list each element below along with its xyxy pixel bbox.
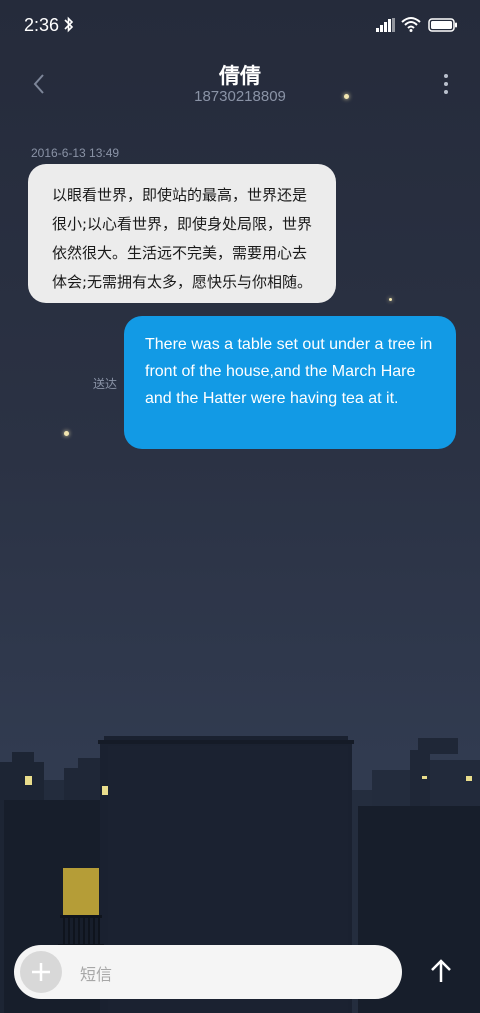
- contact-number: 18730218809: [194, 88, 286, 105]
- send-arrow-icon[interactable]: [425, 955, 457, 987]
- star-decoration: [389, 298, 392, 301]
- message-timestamp: 2016-6-13 13:49: [31, 146, 120, 160]
- more-icon[interactable]: [440, 72, 452, 96]
- status-time: 2:36: [24, 15, 60, 35]
- delivery-status: 送达: [93, 377, 118, 391]
- battery-icon: [428, 18, 457, 32]
- star-decoration: [64, 431, 69, 436]
- star-decoration: [344, 94, 349, 99]
- wifi-icon: [401, 17, 421, 32]
- message-input-bar[interactable]: 短信: [14, 945, 402, 999]
- status-bar: 2:36: [0, 0, 480, 52]
- outgoing-message-bubble[interactable]: There was a table set out under a tree i…: [124, 316, 456, 449]
- contact-name[interactable]: 倩倩: [0, 60, 480, 90]
- signal-icon: [376, 18, 395, 32]
- plus-icon[interactable]: [20, 951, 62, 993]
- bluetooth-icon: [64, 16, 74, 33]
- incoming-message-bubble[interactable]: 以眼看世界，即使站的最高，世界还是很小;以心看世界，即使身处局限，世界依然很大。…: [28, 164, 336, 303]
- conversation-header: 倩倩 18730218809: [0, 52, 480, 122]
- message-input-placeholder[interactable]: 短信: [80, 961, 112, 985]
- plus-icon-glyph: [32, 963, 50, 981]
